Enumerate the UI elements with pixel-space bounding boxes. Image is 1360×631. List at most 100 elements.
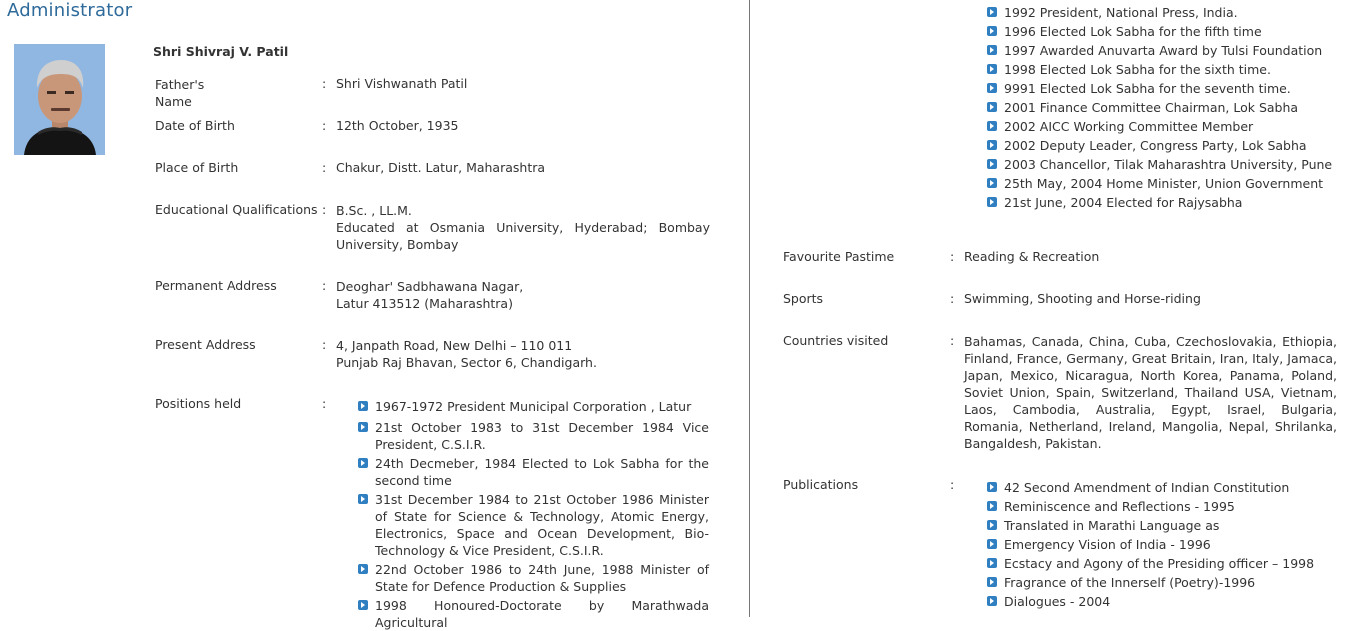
field-value: Shri Vishwanath Patil bbox=[336, 76, 468, 91]
arrow-right-icon bbox=[987, 539, 997, 549]
list-item: 1967-1972 President Municipal Corporatio… bbox=[356, 398, 709, 415]
list-item-text: 1992 President, National Press, India. bbox=[1004, 5, 1238, 20]
list-item: 1998 Honoured-Doctorate by Marathwada Ag… bbox=[356, 597, 709, 631]
arrow-right-icon bbox=[987, 7, 997, 17]
arrow-right-icon bbox=[358, 458, 368, 468]
field-colon: : bbox=[322, 118, 327, 133]
list-item: Fragrance of the Innerself (Poetry)-1996 bbox=[985, 574, 1345, 591]
field-label: Father's Name bbox=[155, 77, 205, 109]
field-label: Positions held bbox=[155, 396, 242, 411]
field-label: Publications bbox=[783, 477, 859, 492]
arrow-right-icon bbox=[358, 564, 368, 574]
list-item-text: 21st October 1983 to 31st December 1984 … bbox=[375, 420, 709, 452]
arrow-right-icon bbox=[987, 45, 997, 55]
list-item-text: 1998 Honoured-Doctorate by Marathwada Ag… bbox=[375, 598, 709, 630]
arrow-right-icon bbox=[987, 102, 997, 112]
list-item-text: 1967-1972 President Municipal Corporatio… bbox=[375, 399, 692, 414]
field-value: B.Sc. , LL.M. Educated at Osmania Univer… bbox=[336, 202, 710, 253]
list-item: 24th Decmeber, 1984 Elected to Lok Sabha… bbox=[356, 455, 709, 489]
list-item-text: Translated in Marathi Language as bbox=[1004, 518, 1220, 533]
list-item: Emergency Vision of India - 1996 bbox=[985, 536, 1345, 553]
portrait-photo bbox=[14, 44, 105, 155]
list-item-text: Reminiscence and Reflections - 1995 bbox=[1004, 499, 1235, 514]
arrow-right-icon bbox=[987, 159, 997, 169]
arrow-right-icon bbox=[987, 520, 997, 530]
arrow-right-icon bbox=[987, 482, 997, 492]
field-value: Deoghar' Sadbhawana Nagar, Latur 413512 … bbox=[336, 278, 710, 312]
list-item: Dialogues - 2004 bbox=[985, 593, 1345, 610]
field-label: Educational Qualifications bbox=[155, 202, 318, 217]
page-title: Administrator bbox=[7, 0, 133, 21]
field-colon: : bbox=[950, 333, 955, 348]
list-item-text: Emergency Vision of India - 1996 bbox=[1004, 537, 1211, 552]
arrow-right-icon bbox=[358, 600, 368, 610]
list-item: 2002 AICC Working Committee Member bbox=[985, 118, 1345, 135]
arrow-right-icon bbox=[987, 501, 997, 511]
person-name: Shri Shivraj V. Patil bbox=[153, 44, 289, 59]
arrow-right-icon bbox=[358, 401, 368, 411]
list-item-text: 1996 Elected Lok Sabha for the fifth tim… bbox=[1004, 24, 1262, 39]
list-item-text: 22nd October 1986 to 24th June, 1988 Min… bbox=[375, 562, 709, 594]
field-value: Chakur, Distt. Latur, Maharashtra bbox=[336, 160, 546, 175]
column-divider bbox=[749, 0, 750, 617]
field-colon: : bbox=[950, 477, 955, 492]
list-item-text: 2001 Finance Committee Chairman, Lok Sab… bbox=[1004, 100, 1299, 115]
arrow-right-icon bbox=[987, 64, 997, 74]
list-item: 1998 Elected Lok Sabha for the sixth tim… bbox=[985, 61, 1345, 78]
list-item: Translated in Marathi Language as bbox=[985, 517, 1345, 534]
arrow-right-icon bbox=[987, 83, 997, 93]
list-item: 22nd October 1986 to 24th June, 1988 Min… bbox=[356, 561, 709, 595]
field-label: Countries visited bbox=[783, 333, 889, 348]
list-item: 1996 Elected Lok Sabha for the fifth tim… bbox=[985, 23, 1345, 40]
field-value: 4, Janpath Road, New Delhi – 110 011 Pun… bbox=[336, 337, 710, 371]
list-item-text: 21st June, 2004 Elected for Rajysabha bbox=[1004, 195, 1243, 210]
list-item: 1992 President, National Press, India. bbox=[985, 4, 1345, 21]
list-item-text: 1997 Awarded Anuvarta Award by Tulsi Fou… bbox=[1004, 43, 1323, 58]
list-item-text: 2003 Chancellor, Tilak Maharashtra Unive… bbox=[1004, 157, 1333, 172]
list-item: 31st December 1984 to 21st October 1986 … bbox=[356, 491, 709, 559]
list-item-text: 25th May, 2004 Home Minister, Union Gove… bbox=[1004, 176, 1324, 191]
field-colon: : bbox=[950, 249, 955, 264]
arrow-right-icon bbox=[987, 558, 997, 568]
list-item: 2002 Deputy Leader, Congress Party, Lok … bbox=[985, 137, 1345, 154]
field-colon: : bbox=[322, 278, 327, 293]
field-colon: : bbox=[322, 396, 327, 411]
field-colon: : bbox=[322, 337, 327, 352]
list-item-text: 9991 Elected Lok Sabha for the seventh t… bbox=[1004, 81, 1291, 96]
field-label: Place of Birth bbox=[155, 160, 239, 175]
field-value: Swimming, Shooting and Horse-riding bbox=[964, 291, 1201, 306]
field-colon: : bbox=[322, 160, 327, 175]
list-item: 1997 Awarded Anuvarta Award by Tulsi Fou… bbox=[985, 42, 1345, 59]
arrow-right-icon bbox=[987, 121, 997, 131]
arrow-right-icon bbox=[987, 178, 997, 188]
field-label: Present Address bbox=[155, 337, 256, 352]
field-label: Date of Birth bbox=[155, 118, 235, 133]
address-line: 4, Janpath Road, New Delhi – 110 011 bbox=[336, 338, 573, 353]
list-item: 21st October 1983 to 31st December 1984 … bbox=[356, 419, 709, 453]
positions-list: 1967-1972 President Municipal Corporatio… bbox=[356, 398, 709, 631]
education-line: B.Sc. , LL.M. bbox=[336, 203, 412, 218]
arrow-right-icon bbox=[358, 422, 368, 432]
list-item-text: 31st December 1984 to 21st October 1986 … bbox=[375, 492, 709, 558]
field-colon: : bbox=[322, 202, 327, 217]
address-line: Punjab Raj Bhavan, Sector 6, Chandigarh. bbox=[336, 355, 597, 370]
arrow-right-icon bbox=[987, 197, 997, 207]
portrait-illustration bbox=[14, 44, 105, 155]
list-item: 2003 Chancellor, Tilak Maharashtra Unive… bbox=[985, 156, 1345, 173]
address-line: Latur 413512 (Maharashtra) bbox=[336, 296, 513, 311]
arrow-right-icon bbox=[987, 596, 997, 606]
list-item-text: 42 Second Amendment of Indian Constituti… bbox=[1004, 480, 1290, 495]
field-label: Favourite Pastime bbox=[783, 249, 895, 264]
field-value: Reading & Recreation bbox=[964, 249, 1100, 264]
list-item-text: Dialogues - 2004 bbox=[1004, 594, 1111, 609]
list-item-text: Ecstacy and Agony of the Presiding offic… bbox=[1004, 556, 1315, 571]
list-item: 21st June, 2004 Elected for Rajysabha bbox=[985, 194, 1345, 211]
arrow-right-icon bbox=[358, 494, 368, 504]
field-label: Permanent Address bbox=[155, 278, 277, 293]
countries-value: Bahamas, Canada, China, Cuba, Czechoslov… bbox=[964, 334, 1337, 451]
list-item: 25th May, 2004 Home Minister, Union Gove… bbox=[985, 175, 1345, 192]
list-item: Ecstacy and Agony of the Presiding offic… bbox=[985, 555, 1345, 572]
list-item-text: 24th Decmeber, 1984 Elected to Lok Sabha… bbox=[375, 456, 709, 488]
positions-continued-list: 1992 President, National Press, India. 1… bbox=[985, 4, 1345, 211]
publications-list: 42 Second Amendment of Indian Constituti… bbox=[985, 479, 1345, 610]
